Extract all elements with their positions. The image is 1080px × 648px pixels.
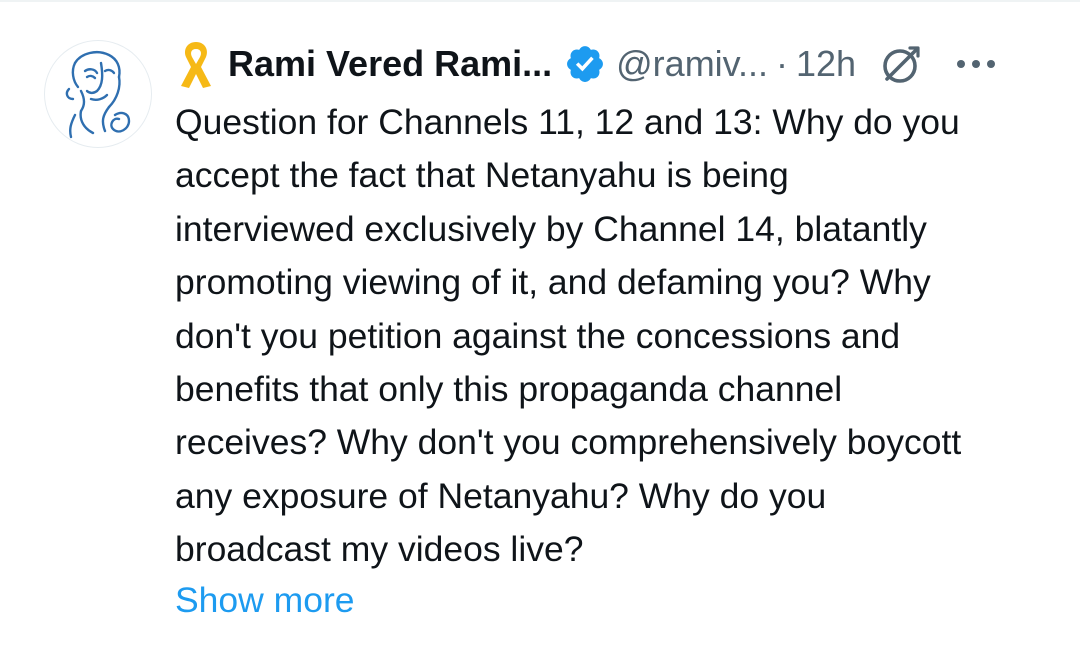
yellow-ribbon-icon [181, 42, 211, 88]
timestamp[interactable]: 12h [796, 43, 856, 85]
user-handle[interactable]: @ramiv... [616, 43, 768, 85]
more-options-icon[interactable] [954, 54, 998, 74]
verified-badge-icon [567, 46, 604, 82]
tweet-header: Rami Vered Rami... @ramiv... · 12h [176, 36, 1046, 92]
avatar[interactable] [44, 40, 152, 148]
grok-icon[interactable] [880, 42, 924, 86]
show-more-link[interactable]: Show more [175, 574, 355, 627]
avatar-sketch-image [65, 51, 131, 139]
display-name[interactable]: Rami Vered Rami... [228, 43, 552, 85]
tweet[interactable]: Rami Vered Rami... @ramiv... · 12h Quest… [0, 0, 1080, 648]
tweet-text: Question for Channels 11, 12 and 13: Why… [175, 102, 962, 570]
separator-dot: · [776, 43, 789, 84]
